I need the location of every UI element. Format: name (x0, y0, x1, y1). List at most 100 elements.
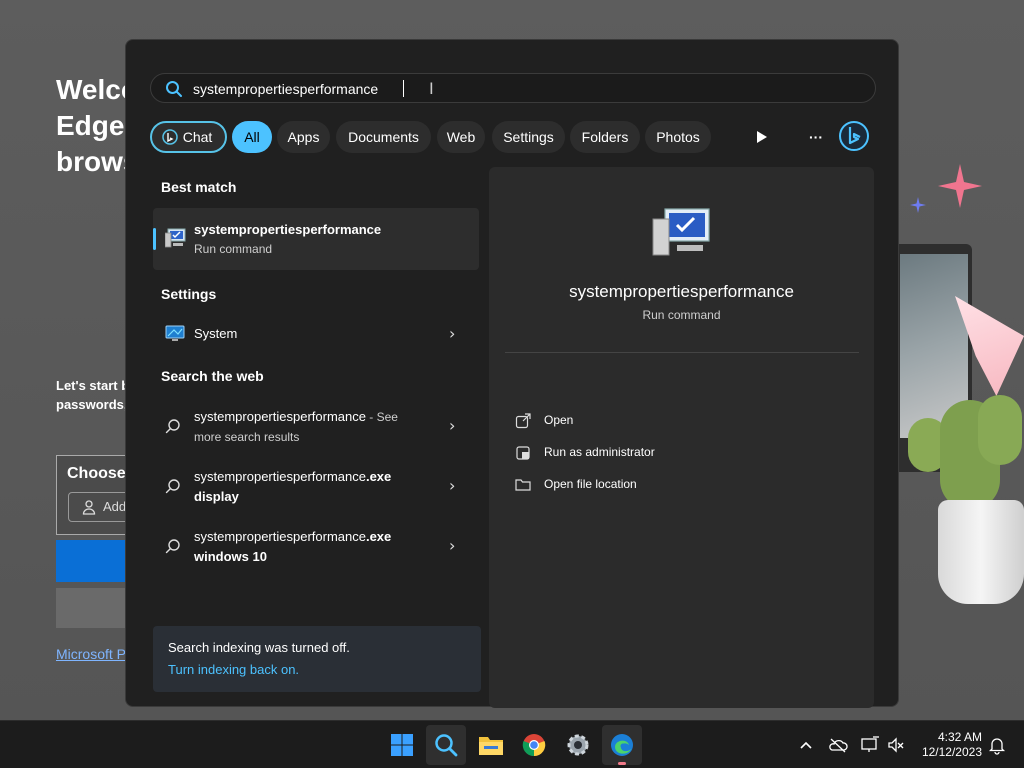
web-result-text: systempropertiesperformance - See more se… (194, 407, 398, 447)
folder-icon (515, 479, 531, 491)
filter-apps[interactable]: Apps (277, 121, 330, 153)
system-properties-icon (652, 208, 710, 256)
action-open-file-location[interactable]: Open file location (515, 473, 845, 497)
edge-button[interactable] (602, 725, 642, 765)
action-label: Run as administrator (544, 445, 655, 459)
primary-button-bg (56, 540, 136, 582)
clock-date: 12/12/2023 (921, 745, 982, 759)
settings-button[interactable] (558, 725, 598, 765)
action-open[interactable]: Open (515, 409, 845, 433)
web-result-item[interactable]: systempropertiesperformance.exe windows 1… (153, 527, 479, 567)
preview-subtitle: Run command (642, 308, 721, 322)
action-label: Open file location (544, 477, 637, 491)
search-icon (435, 734, 458, 757)
web-result-item[interactable]: systempropertiesperformance - See more se… (153, 407, 479, 447)
choose-title: Choose (67, 465, 126, 482)
selection-indicator (153, 228, 156, 250)
settings-item-system[interactable]: System › (153, 324, 479, 346)
web-result-text: systempropertiesperformance.exe display (194, 467, 391, 507)
action-run-as-admin[interactable]: Run as administrator (515, 441, 845, 465)
web-result-line2: more search results (194, 430, 300, 444)
chevron-right-icon: › (449, 536, 456, 555)
web-result-query: systempropertiesperformance (194, 529, 366, 544)
web-result-text: systempropertiesperformance.exe windows 1… (194, 527, 391, 567)
welcome-subtext: Let's start b passwords, (56, 378, 129, 412)
filter-chat[interactable]: Chat (150, 121, 227, 153)
search-icon (166, 81, 182, 97)
search-icon (165, 479, 180, 494)
best-match-item[interactable]: systempropertiesperformance Run command (153, 208, 479, 270)
taskbar-clock[interactable]: 4:32 AM 12/12/2023 (910, 730, 982, 760)
chrome-button[interactable] (514, 725, 554, 765)
best-match-title: systempropertiesperformance (194, 222, 382, 237)
filter-web[interactable]: Web (437, 121, 485, 153)
web-result-line2: display (194, 489, 239, 504)
small-sparkle-icon (910, 197, 926, 213)
choose-card: Choose Add (56, 455, 148, 535)
chevron-right-icon: › (449, 416, 456, 435)
filter-settings[interactable]: Settings (492, 121, 565, 153)
volume-muted-icon[interactable] (886, 735, 906, 755)
search-web-heading: Search the web (161, 368, 264, 384)
web-result-item[interactable]: systempropertiesperformance.exe display › (153, 467, 479, 507)
preview-title: systempropertiesperformance (569, 282, 794, 301)
best-match-subtitle: Run command (194, 242, 273, 256)
cactus-pad (978, 395, 1022, 465)
network-icon[interactable] (860, 735, 880, 755)
play-icon (757, 131, 767, 143)
web-result-line2: windows 10 (194, 549, 267, 564)
web-result-query: systempropertiesperformance (194, 469, 366, 484)
start-button[interactable] (382, 725, 422, 765)
search-box[interactable]: I (150, 73, 876, 103)
bing-icon[interactable] (838, 120, 870, 152)
best-match-heading: Best match (161, 179, 237, 195)
search-panel: I Chat All Apps Documents Web Settings F… (125, 39, 899, 708)
open-external-icon (515, 413, 531, 429)
running-indicator (618, 762, 626, 765)
chevron-right-icon: › (449, 324, 456, 343)
chrome-icon (522, 734, 546, 757)
ibeam-cursor-icon: I (429, 79, 434, 98)
taskbar-search-button[interactable] (426, 725, 466, 765)
onedrive-offline-icon[interactable] (828, 735, 848, 755)
filter-all[interactable]: All (232, 121, 272, 153)
chevron-right-icon: › (449, 476, 456, 495)
chevron-up-icon[interactable] (796, 735, 816, 755)
web-result-bold: .exe (365, 529, 392, 544)
search-icon (165, 419, 180, 434)
settings-heading: Settings (161, 286, 217, 302)
indexing-notice: Search indexing was turned off. Turn ind… (153, 626, 481, 692)
text-caret (403, 80, 404, 97)
play-more-filters-button[interactable] (746, 121, 778, 153)
system-properties-icon (165, 228, 186, 248)
sparkle-icon (938, 164, 982, 208)
web-result-bold: .exe (365, 469, 392, 484)
web-result-query: systempropertiesperformance (194, 409, 366, 424)
folder-icon (479, 737, 503, 755)
preview-pane: systempropertiesperformance Run command … (489, 167, 874, 708)
person-icon (82, 500, 96, 515)
monitor-icon (165, 325, 185, 341)
secondary-button-bg (56, 588, 136, 628)
plant-pot (938, 500, 1024, 604)
windows-icon (391, 734, 413, 756)
filter-folders[interactable]: Folders (570, 121, 640, 153)
gear-icon (567, 734, 589, 756)
clock-time: 4:32 AM (937, 730, 982, 744)
filter-photos[interactable]: Photos (645, 121, 711, 153)
notification-bell-icon[interactable] (987, 735, 1007, 755)
bing-chat-icon (162, 129, 178, 145)
file-explorer-button[interactable] (470, 725, 510, 765)
web-result-suffix: - See (365, 410, 398, 424)
add-label: Add (103, 499, 127, 514)
filter-chat-label: Chat (182, 129, 213, 145)
action-label: Open (544, 413, 574, 427)
settings-item-label: System (194, 326, 238, 341)
indexing-notice-text: Search indexing was turned off. (168, 640, 350, 655)
microsoft-link[interactable]: Microsoft P (56, 646, 126, 662)
shield-icon (516, 446, 530, 460)
filter-documents[interactable]: Documents (336, 121, 431, 153)
more-options-button[interactable]: ··· (800, 121, 832, 153)
turn-indexing-on-link[interactable]: Turn indexing back on. (168, 662, 299, 677)
search-input[interactable] (193, 78, 793, 100)
